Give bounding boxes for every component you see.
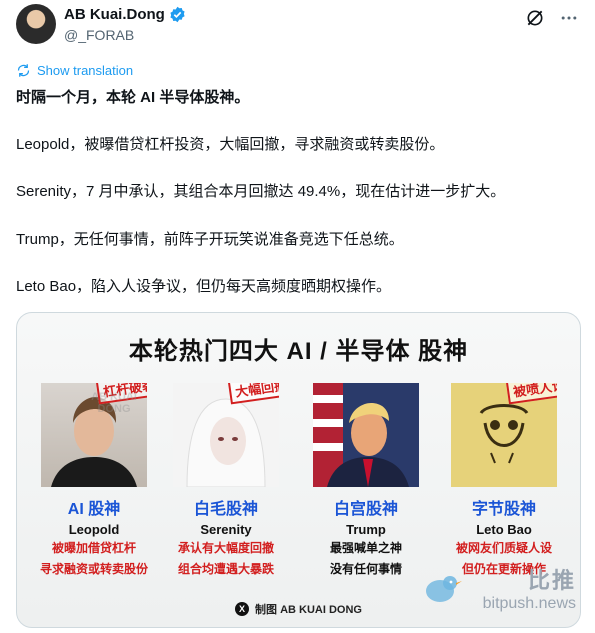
desc2-serenity: 组合均遭遇大暴跌	[177, 562, 274, 576]
more-options-icon[interactable]	[559, 8, 579, 28]
show-translation-link[interactable]: Show translation	[16, 63, 133, 78]
tweet-line-4: Trump，无任何事情，前阵子开玩笑说准备竞选下任总统。	[16, 231, 404, 248]
person-card-serenity: 大幅回撤 白毛股神 Serenity 承认有大幅度回撤 组合均遭遇大暴跌	[167, 383, 285, 579]
translate-icon	[17, 64, 30, 77]
portrait-trump-art	[313, 383, 409, 487]
grok-icon[interactable]	[525, 8, 545, 28]
portrait-leto-bao: 被喷人设	[451, 383, 557, 487]
bitpush-watermark-en: bitpush.news	[482, 595, 576, 612]
bitpush-watermark-cn: 比推	[527, 568, 576, 593]
display-name-text[interactable]: AB Kuai.Dong	[64, 6, 165, 23]
name-trump: Trump	[346, 522, 386, 537]
portrait-serenity: 大幅回撤	[173, 383, 279, 487]
avatar[interactable]	[16, 4, 56, 44]
name-serenity: Serenity	[200, 522, 252, 537]
desc1-trump: 最强喊单之神	[329, 541, 402, 555]
title-leopold: AI 股神	[67, 501, 121, 518]
card-watermark-1: AB KUAI DONG	[91, 391, 137, 415]
portrait-trump	[313, 383, 419, 487]
portrait-leopold: 杠杆破裂 AB KUAI DONG	[41, 383, 147, 487]
person-card-trump: 白宫股神 Trump 最强喊单之神 没有任何事情	[307, 383, 425, 579]
tweet-line-5: Leto Bao，陷入人设争议，但仍每天高频度晒期权操作。	[16, 278, 392, 295]
person-card-leto-bao: 被喷人设 字节股神 Leto Bao 被网友们质疑人设 但仍在更新操作	[445, 383, 563, 579]
tweet-line-1: 时隔一个月，本轮 AI 半导体股神。	[16, 89, 250, 106]
tweet-media-image[interactable]: 本轮热门四大 AI / 半导体 股神 杠杆破裂 AB KUAI DONG AI …	[16, 312, 581, 628]
desc2-leopold: 寻求融资或转卖股份	[39, 562, 148, 576]
bitpush-watermark: 比推 bitpush.news	[426, 563, 576, 613]
title-trump: 白宫股神	[333, 501, 398, 518]
bird-logo-icon	[426, 576, 462, 602]
user-handle[interactable]: @_FORAB	[64, 27, 134, 43]
card-title: 本轮热门四大 AI / 半导体 股神	[128, 338, 469, 365]
desc1-serenity: 承认有大幅度回撤	[177, 541, 274, 555]
name-leto-bao: Leto Bao	[476, 522, 532, 537]
desc1-leopold: 被曝加借贷杠杆	[51, 541, 136, 555]
tweet-line-3: Serenity，7 月中承认，其组合本月回撤达 49.4%，现在估计进一步扩大…	[16, 183, 506, 200]
desc2-trump: 没有任何事情	[329, 562, 402, 576]
person-card-leopold: 杠杆破裂 AB KUAI DONG AI 股神 Leopold 被曝加借贷杠杆 …	[35, 383, 153, 579]
x-logo-icon: X	[235, 602, 250, 616]
verified-badge-icon	[170, 6, 185, 23]
title-serenity: 白毛股神	[193, 501, 258, 518]
title-leto-bao: 字节股神	[471, 501, 536, 518]
show-translation-label[interactable]: Show translation	[37, 63, 133, 78]
image-credit-text: 制图 AB KUAI DONG	[255, 604, 362, 616]
name-leopold: Leopold	[68, 522, 120, 537]
tweet-line-2: Leopold，被曝借贷杠杆投资，大幅回撤，寻求融资或转卖股份。	[16, 136, 445, 153]
tweet-actions-top	[525, 8, 579, 28]
desc1-leto-bao: 被网友们质疑人设	[455, 541, 552, 555]
display-name[interactable]: AB Kuai.Dong	[64, 6, 186, 23]
